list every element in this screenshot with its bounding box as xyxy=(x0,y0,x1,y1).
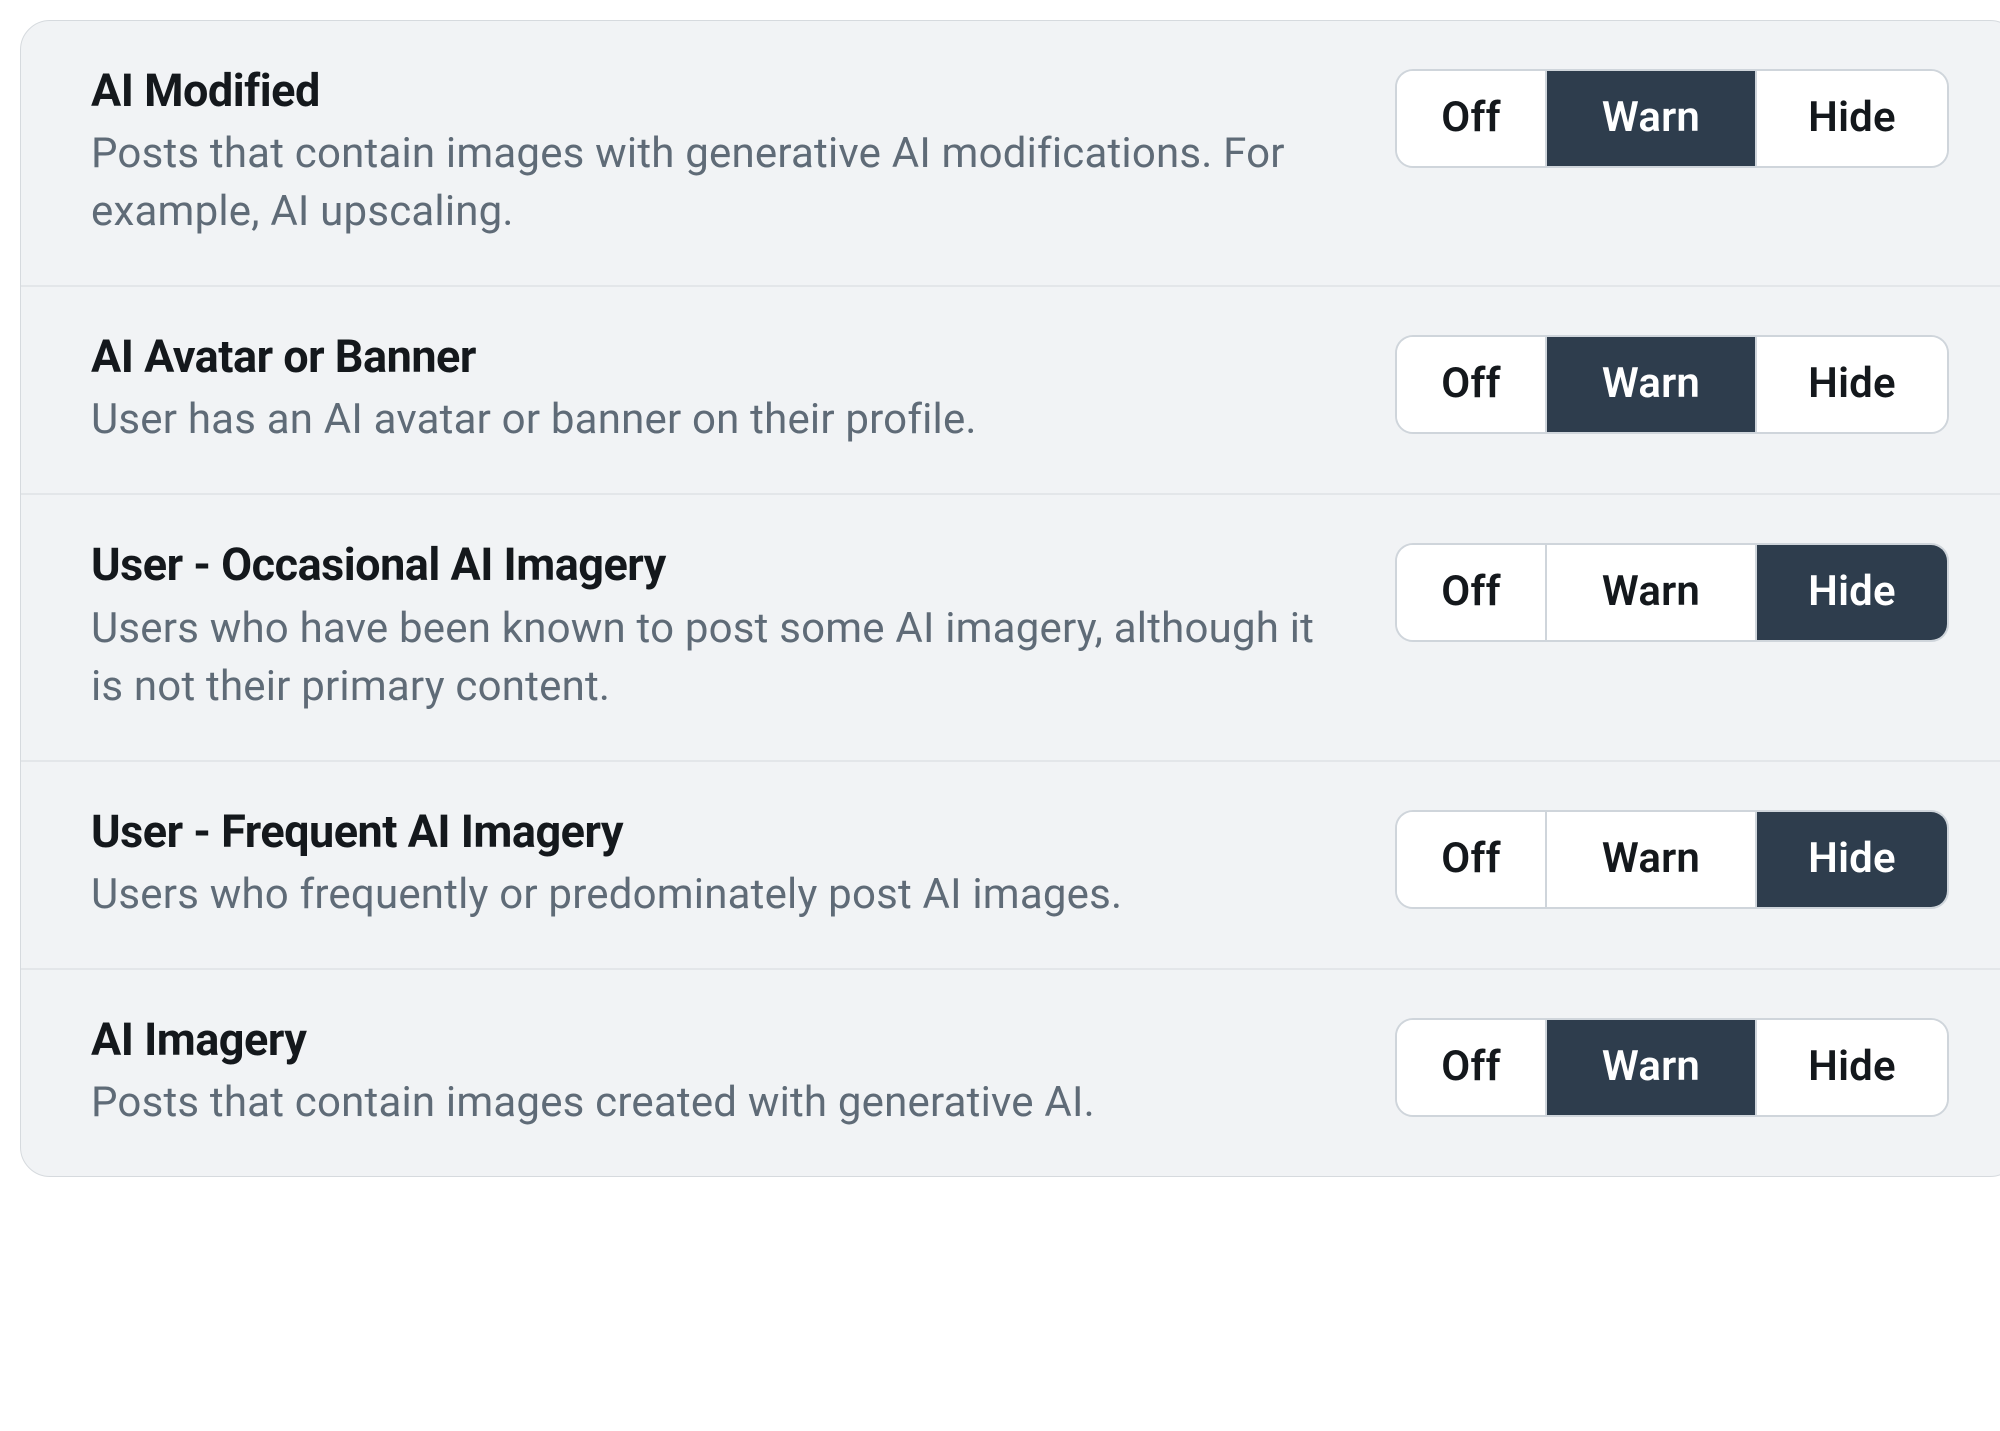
segment-hide[interactable]: Hide xyxy=(1757,545,1947,640)
segment-warn[interactable]: Warn xyxy=(1547,545,1757,640)
setting-description: Posts that contain images with generativ… xyxy=(91,125,1355,241)
segment-off[interactable]: Off xyxy=(1397,812,1547,907)
setting-title: AI Imagery xyxy=(91,1012,1355,1068)
segment-warn[interactable]: Warn xyxy=(1547,337,1757,432)
setting-text: AI Avatar or Banner User has an AI avata… xyxy=(91,329,1395,449)
setting-text: AI Modified Posts that contain images wi… xyxy=(91,63,1395,241)
segment-warn[interactable]: Warn xyxy=(1547,71,1757,166)
setting-text: User - Occasional AI Imagery Users who h… xyxy=(91,537,1395,715)
segment-off[interactable]: Off xyxy=(1397,71,1547,166)
segmented-control: Off Warn Hide xyxy=(1395,69,1949,168)
setting-row: AI Imagery Posts that contain images cre… xyxy=(21,970,2000,1176)
segment-off[interactable]: Off xyxy=(1397,1020,1547,1115)
segment-warn[interactable]: Warn xyxy=(1547,812,1757,907)
setting-row: AI Avatar or Banner User has an AI avata… xyxy=(21,287,2000,495)
settings-panel: AI Modified Posts that contain images wi… xyxy=(20,20,2000,1177)
segmented-control: Off Warn Hide xyxy=(1395,810,1949,909)
setting-title: AI Avatar or Banner xyxy=(91,329,1355,385)
setting-row: User - Occasional AI Imagery Users who h… xyxy=(21,495,2000,761)
segmented-control: Off Warn Hide xyxy=(1395,543,1949,642)
setting-description: Posts that contain images created with g… xyxy=(91,1074,1355,1132)
segment-hide[interactable]: Hide xyxy=(1757,71,1947,166)
setting-text: AI Imagery Posts that contain images cre… xyxy=(91,1012,1395,1132)
setting-description: User has an AI avatar or banner on their… xyxy=(91,391,1355,449)
setting-title: AI Modified xyxy=(91,63,1355,119)
setting-row: AI Modified Posts that contain images wi… xyxy=(21,21,2000,287)
setting-description: Users who frequently or predominately po… xyxy=(91,866,1355,924)
segment-hide[interactable]: Hide xyxy=(1757,812,1947,907)
segment-hide[interactable]: Hide xyxy=(1757,337,1947,432)
segment-off[interactable]: Off xyxy=(1397,545,1547,640)
segment-warn[interactable]: Warn xyxy=(1547,1020,1757,1115)
setting-row: User - Frequent AI Imagery Users who fre… xyxy=(21,762,2000,970)
segmented-control: Off Warn Hide xyxy=(1395,1018,1949,1117)
segment-hide[interactable]: Hide xyxy=(1757,1020,1947,1115)
setting-title: User - Occasional AI Imagery xyxy=(91,537,1355,593)
setting-description: Users who have been known to post some A… xyxy=(91,600,1355,716)
setting-text: User - Frequent AI Imagery Users who fre… xyxy=(91,804,1395,924)
setting-title: User - Frequent AI Imagery xyxy=(91,804,1355,860)
segmented-control: Off Warn Hide xyxy=(1395,335,1949,434)
segment-off[interactable]: Off xyxy=(1397,337,1547,432)
